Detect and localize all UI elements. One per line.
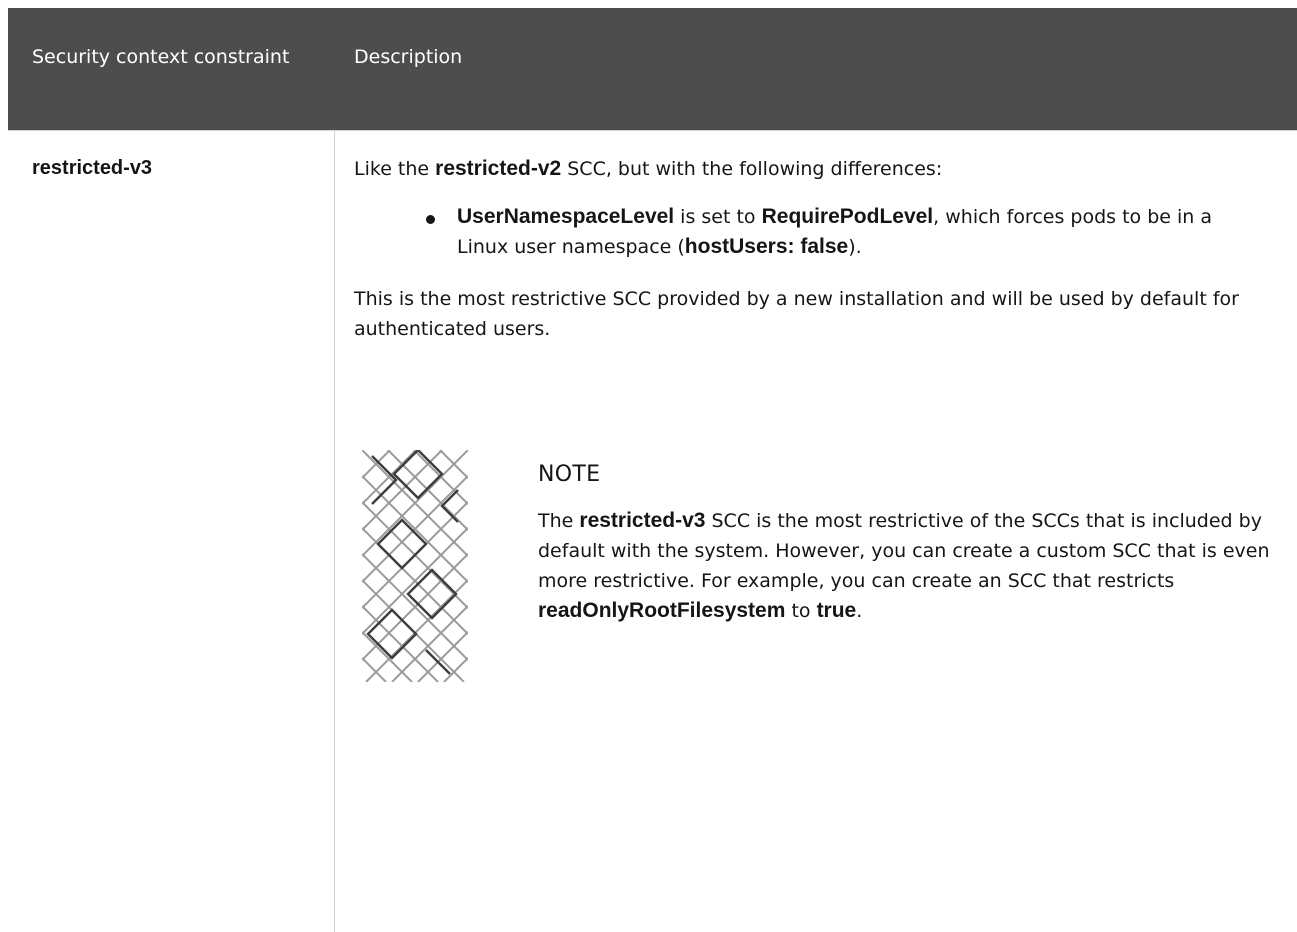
note-pattern-icon [362,450,468,682]
summary-paragraph: This is the most restrictive SCC provide… [354,288,1239,340]
note-body: The restricted-v3 SCC is the most restri… [538,509,1270,622]
column-divider [334,131,335,932]
intro-paragraph: Like the restricted-v2 SCC, but with the… [354,157,943,180]
note-title: NOTE [538,462,601,487]
scc-name: restricted-v3 [32,157,153,179]
list-item: UserNamespaceLevel is set to RequirePodL… [457,205,1212,258]
header-description: Description [354,46,463,68]
table-header: Security context constraint Description [8,8,1297,131]
scc-table: Security context constraint Description … [8,8,1297,932]
bullet-icon [426,215,435,224]
header-scc: Security context constraint [32,46,290,68]
intro-bold: restricted-v2 [435,157,562,180]
